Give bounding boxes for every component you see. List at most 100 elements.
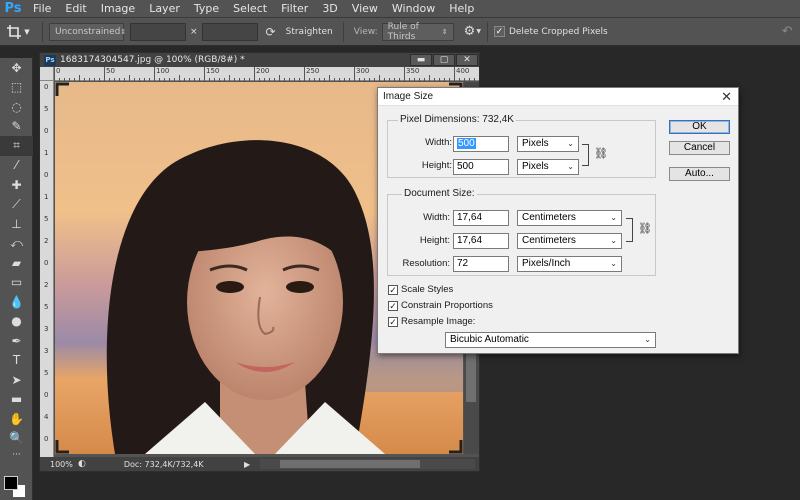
doc-height-unit-select[interactable]: Centimeters ⌄ <box>517 233 622 249</box>
chevron-down-icon: ⇕ <box>441 27 448 36</box>
resample-image-row[interactable]: ✓ Resample Image: <box>388 316 475 327</box>
menu-edit[interactable]: Edit <box>58 0 93 18</box>
height-unit-select[interactable]: Pixels ⌄ <box>517 159 579 175</box>
eraser-icon: ▰ <box>11 255 22 270</box>
close-document-button[interactable]: ✕ <box>456 54 478 66</box>
scrollbar-thumb[interactable] <box>280 460 420 468</box>
overlay-view-value: Rule of Thirds <box>387 21 419 42</box>
menu-image[interactable]: Image <box>94 0 142 18</box>
close-icon[interactable]: ✕ <box>721 89 732 105</box>
scale-styles-row[interactable]: ✓ Scale Styles <box>388 284 453 295</box>
maximize-button[interactable]: ▢ <box>433 54 455 66</box>
minimize-button[interactable]: ▬ <box>410 54 432 66</box>
menu-view[interactable]: View <box>345 0 385 18</box>
move-tool[interactable]: ✥ <box>0 58 33 78</box>
menu-layer[interactable]: Layer <box>142 0 187 18</box>
doc-height-input[interactable]: 17,64 <box>453 233 509 249</box>
ruler-label: 0 <box>44 391 49 399</box>
ruler-origin[interactable] <box>40 67 54 81</box>
share-icon[interactable]: ◐ <box>78 459 86 469</box>
menu-3d[interactable]: 3D <box>315 0 344 18</box>
constrain-proportions-row[interactable]: ✓ Constrain Proportions <box>388 300 493 311</box>
doc-width-label: Width: <box>423 212 450 223</box>
menu-filter[interactable]: Filter <box>274 0 315 18</box>
crop-width-input[interactable] <box>130 22 186 41</box>
ruler-label: 3 <box>44 325 49 333</box>
foreground-color-swatch[interactable] <box>4 476 18 490</box>
history-brush-tool[interactable]: ⤺ <box>0 234 33 254</box>
brush-tool[interactable]: ⟋ <box>0 195 33 215</box>
straighten-button[interactable]: Straighten <box>282 27 337 37</box>
reset-icon[interactable]: ↶ <box>782 24 793 39</box>
menu-help[interactable]: Help <box>442 0 481 18</box>
crop-ratio-select[interactable]: Unconstrained ⇕ <box>49 22 126 41</box>
menu-file[interactable]: File <box>26 0 58 18</box>
zoom-tool[interactable]: 🔍 <box>0 429 33 449</box>
eraser-tool[interactable]: ▰ <box>0 253 33 273</box>
resample-image-label: Resample Image: <box>401 316 476 327</box>
resolution-input[interactable]: 72 <box>453 256 509 272</box>
dodge-tool[interactable]: ● <box>0 312 33 332</box>
blur-tool[interactable]: 💧 <box>0 292 33 312</box>
crop-height-input[interactable] <box>201 22 258 41</box>
scale-styles-checkbox[interactable]: ✓ <box>388 284 398 295</box>
constrain-proportions-checkbox[interactable]: ✓ <box>388 300 398 311</box>
menu-select[interactable]: Select <box>226 0 274 18</box>
doc-width-input[interactable]: 17,64 <box>453 210 509 226</box>
pixel-dimensions-label: Pixel Dimensions: <box>400 114 480 125</box>
view-label: View: <box>353 26 378 37</box>
dialog-titlebar[interactable]: Image Size ✕ <box>378 88 738 106</box>
vertical-ruler[interactable]: 0 5 0 1 0 1 5 2 0 2 5 3 3 5 0 4 0 <box>40 81 54 457</box>
pen-tool[interactable]: ✒ <box>0 331 33 351</box>
document-title: 1683174304547.jpg @ 100% (RGB/8#) * <box>60 55 245 65</box>
pixel-dimensions-heading: Pixel Dimensions: 732,4K <box>398 114 516 125</box>
menu-type[interactable]: Type <box>187 0 226 18</box>
horizontal-scrollbar[interactable] <box>260 459 475 469</box>
play-icon[interactable]: ▶ <box>244 460 250 469</box>
type-tool[interactable]: T <box>0 351 33 371</box>
auto-button[interactable]: Auto... <box>669 167 730 181</box>
swap-icon[interactable]: ⟳ <box>266 25 276 39</box>
hand-tool[interactable]: ✋ <box>0 409 33 429</box>
resample-method-select[interactable]: Bicubic Automatic ⌄ <box>445 332 656 348</box>
ok-button[interactable]: OK <box>669 120 730 134</box>
overlay-view-select[interactable]: Rule of Thirds ⇕ <box>381 21 454 42</box>
gear-icon[interactable]: ⚙ <box>464 24 476 39</box>
times-label: × <box>190 26 198 37</box>
ruler-label: 400 <box>456 67 470 75</box>
chevron-down-icon: ▼ <box>476 28 481 35</box>
delete-cropped-checkbox[interactable]: ✓ <box>493 26 505 37</box>
document-size-label: Document Size: <box>402 188 477 199</box>
minimize-icon: ▬ <box>416 55 426 65</box>
status-bar: 100% ◐ Doc: 732,4K/732,4K ▶ <box>40 457 479 471</box>
zoom-level[interactable]: 100% <box>40 460 78 469</box>
path-selection-tool[interactable]: ➤ <box>0 370 33 390</box>
menu-bar: Ps File Edit Image Layer Type Select Fil… <box>0 0 800 18</box>
width-unit-select[interactable]: Pixels ⌄ <box>517 136 579 152</box>
crop-tool-preset-picker[interactable]: ▼ <box>0 18 36 46</box>
crop-tool[interactable]: ⌗ <box>0 136 33 156</box>
ruler-label: 2 <box>44 281 49 289</box>
doc-width-unit-select[interactable]: Centimeters ⌄ <box>517 210 622 226</box>
resample-image-checkbox[interactable]: ✓ <box>388 316 398 327</box>
gradient-tool[interactable]: ▭ <box>0 273 33 293</box>
width-label: Width: <box>425 137 452 148</box>
eyedropper-tool[interactable]: ⁄ <box>0 156 33 176</box>
menu-window[interactable]: Window <box>385 0 442 18</box>
doc-info[interactable]: Doc: 732,4K/732,4K <box>124 460 204 469</box>
doc-height-value: 17,64 <box>457 235 483 246</box>
marquee-tool[interactable]: ⬚ <box>0 78 33 98</box>
crop-icon: ⌗ <box>13 138 20 153</box>
height-input[interactable]: 500 <box>453 159 509 175</box>
lasso-tool[interactable]: ◌ <box>0 97 33 117</box>
clone-stamp-tool[interactable]: ⊥ <box>0 214 33 234</box>
edit-toolbar[interactable]: ··· <box>0 448 33 462</box>
quick-select-tool[interactable]: ✎ <box>0 117 33 137</box>
horizontal-ruler[interactable]: 0 50 100 150 200 250 300 350 400 <box>54 67 479 81</box>
cancel-button[interactable]: Cancel <box>669 141 730 155</box>
dialog-title: Image Size <box>383 91 434 102</box>
width-input[interactable]: 500 <box>453 136 509 152</box>
shape-tool[interactable]: ▬ <box>0 390 33 410</box>
resolution-unit-select[interactable]: Pixels/Inch ⌄ <box>517 256 622 272</box>
healing-brush-tool[interactable]: ✚ <box>0 175 33 195</box>
